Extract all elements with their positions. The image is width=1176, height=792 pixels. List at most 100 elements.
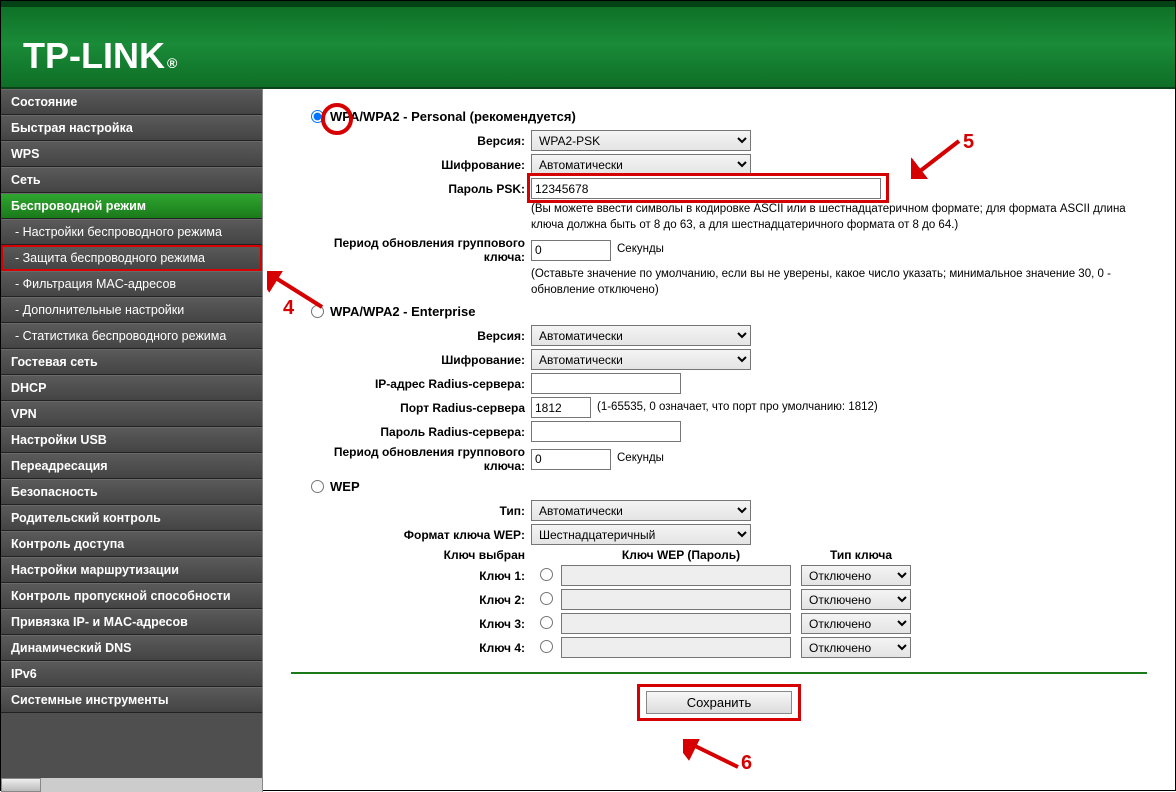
select-wep-type[interactable]: Автоматически — [531, 500, 751, 521]
header-strip — [1, 1, 1175, 7]
select-encryption-personal[interactable]: Автоматически — [531, 154, 751, 175]
sidebar-item-6[interactable]: - Защита беспроводного режима — [1, 245, 262, 271]
annotation-rect-save: Сохранить — [637, 684, 802, 721]
scrollbar-bottom[interactable] — [1, 778, 262, 792]
note-psk: (Вы можете ввести символы в кодировке AS… — [531, 202, 1147, 233]
sidebar-item-17[interactable]: Контроль доступа — [1, 531, 262, 557]
radio-wep-key-1[interactable] — [540, 568, 553, 581]
unit-seconds-ent: Секунды — [617, 451, 664, 467]
label-psk: Пароль PSK: — [291, 182, 531, 196]
section-personal: WPA/WPA2 - Personal (рекомендуется) Верс… — [291, 109, 1147, 298]
sidebar-item-19[interactable]: Контроль пропускной способности — [1, 583, 262, 609]
sidebar-item-21[interactable]: Динамический DNS — [1, 635, 262, 661]
sidebar-item-3[interactable]: Сеть — [1, 167, 262, 193]
input-group-key-personal[interactable] — [531, 240, 611, 261]
sidebar-item-1[interactable]: Быстрая настройка — [1, 115, 262, 141]
wep-key-label: Ключ 1: — [291, 569, 531, 583]
sidebar-item-16[interactable]: Родительский контроль — [1, 505, 262, 531]
sidebar-item-10[interactable]: Гостевая сеть — [1, 349, 262, 375]
wep-key-label: Ключ 4: — [291, 641, 531, 655]
label-group-key: Период обновления группового ключа: — [291, 236, 531, 264]
annotation-6: 6 — [741, 752, 752, 775]
select-version-personal[interactable]: WPA2-PSK — [531, 130, 751, 151]
label-radius-ip: IP-адрес Radius-сервера: — [291, 377, 531, 391]
section-title-personal: WPA/WPA2 - Personal (рекомендуется) — [330, 109, 576, 124]
radio-wep-key-4[interactable] — [540, 640, 553, 653]
label-version-ent: Версия: — [291, 329, 531, 343]
select-encryption-enterprise[interactable]: Автоматически — [531, 349, 751, 370]
sidebar-item-14[interactable]: Переадресация — [1, 453, 262, 479]
select-wep-key-type-4[interactable]: Отключено — [801, 637, 911, 658]
brand-text: TP-LINK — [23, 35, 165, 77]
col-wep-password: Ключ WEP (Пароль) — [561, 548, 801, 562]
sidebar-item-23[interactable]: Системные инструменты — [1, 687, 262, 713]
brand-logo: TP-LINK® — [23, 35, 177, 77]
wep-key-label: Ключ 3: — [291, 617, 531, 631]
sidebar-item-8[interactable]: - Дополнительные настройки — [1, 297, 262, 323]
section-enterprise: WPA/WPA2 - Enterprise Версия: Автоматиче… — [291, 304, 1147, 473]
unit-seconds: Секунды — [617, 242, 664, 258]
sidebar-item-22[interactable]: IPv6 — [1, 661, 262, 687]
scrollbar-handle[interactable] — [1, 778, 41, 792]
sidebar-item-7[interactable]: - Фильтрация MAC-адресов — [1, 271, 262, 297]
label-wep-type: Тип: — [291, 504, 531, 518]
registered-icon: ® — [167, 55, 177, 71]
radio-wpa-enterprise[interactable] — [311, 305, 324, 318]
select-version-enterprise[interactable]: Автоматически — [531, 325, 751, 346]
select-wep-key-type-3[interactable]: Отключено — [801, 613, 911, 634]
radio-wep-key-2[interactable] — [540, 592, 553, 605]
input-radius-port[interactable] — [531, 397, 591, 418]
header: TP-LINK® — [1, 1, 1175, 89]
sidebar-item-13[interactable]: Настройки USB — [1, 427, 262, 453]
sidebar-item-5[interactable]: - Настройки беспроводного режима — [1, 219, 262, 245]
section-title-enterprise: WPA/WPA2 - Enterprise — [330, 304, 475, 319]
wep-key-row: Ключ 4: Отключено — [291, 637, 1147, 658]
input-wep-key-1[interactable] — [561, 565, 791, 586]
sidebar-item-18[interactable]: Настройки маршрутизации — [1, 557, 262, 583]
sidebar: СостояниеБыстрая настройкаWPSСетьБеспров… — [1, 89, 263, 792]
sidebar-item-0[interactable]: Состояние — [1, 89, 262, 115]
save-wrap: Сохранить — [291, 684, 1147, 721]
radio-wep-key-3[interactable] — [540, 616, 553, 629]
sidebar-item-20[interactable]: Привязка IP- и MAC-адресов — [1, 609, 262, 635]
select-wep-format[interactable]: Шестнадцатеричный — [531, 524, 751, 545]
wep-key-row: Ключ 3: Отключено — [291, 613, 1147, 634]
arrow-6 — [683, 739, 743, 769]
save-button[interactable]: Сохранить — [646, 691, 793, 714]
radio-wep[interactable] — [311, 480, 324, 493]
input-radius-password[interactable] — [531, 421, 681, 442]
input-psk-password[interactable] — [531, 178, 881, 199]
label-key-selected: Ключ выбран — [291, 548, 531, 562]
select-wep-key-type-2[interactable]: Отключено — [801, 589, 911, 610]
section-wep: WEP Тип: Автоматически Формат ключа WEP:… — [291, 479, 1147, 658]
sidebar-item-15[interactable]: Безопасность — [1, 479, 262, 505]
col-wep-type: Тип ключа — [801, 548, 921, 562]
section-title-wep: WEP — [330, 479, 360, 494]
input-wep-key-2[interactable] — [561, 589, 791, 610]
label-radius-pw: Пароль Radius-сервера: — [291, 425, 531, 439]
input-wep-key-4[interactable] — [561, 637, 791, 658]
main-content: WPA/WPA2 - Personal (рекомендуется) Верс… — [263, 89, 1175, 792]
sidebar-item-11[interactable]: DHCP — [1, 375, 262, 401]
wep-key-label: Ключ 2: — [291, 593, 531, 607]
sidebar-item-2[interactable]: WPS — [1, 141, 262, 167]
radio-wpa-personal[interactable] — [311, 110, 324, 123]
note-radius-port: (1-65535, 0 означает, что порт про умолч… — [597, 400, 878, 416]
divider — [291, 672, 1147, 674]
wep-key-row: Ключ 1: Отключено — [291, 565, 1147, 586]
label-wep-format: Формат ключа WEP: — [291, 528, 531, 542]
label-radius-port: Порт Radius-сервера — [291, 401, 531, 415]
sidebar-item-9[interactable]: - Статистика беспроводного режима — [1, 323, 262, 349]
select-wep-key-type-1[interactable]: Отключено — [801, 565, 911, 586]
wep-key-row: Ключ 2: Отключено — [291, 589, 1147, 610]
label-encryption: Шифрование: — [291, 158, 531, 172]
label-version: Версия: — [291, 134, 531, 148]
input-group-key-enterprise[interactable] — [531, 449, 611, 470]
label-encryption-ent: Шифрование: — [291, 353, 531, 367]
sidebar-item-12[interactable]: VPN — [1, 401, 262, 427]
label-group-key-ent: Период обновления группового ключа: — [291, 445, 531, 473]
note-group-key: (Оставьте значение по умолчанию, если вы… — [531, 267, 1147, 298]
input-wep-key-3[interactable] — [561, 613, 791, 634]
sidebar-item-4[interactable]: Беспроводной режим — [1, 193, 262, 219]
input-radius-ip[interactable] — [531, 373, 681, 394]
